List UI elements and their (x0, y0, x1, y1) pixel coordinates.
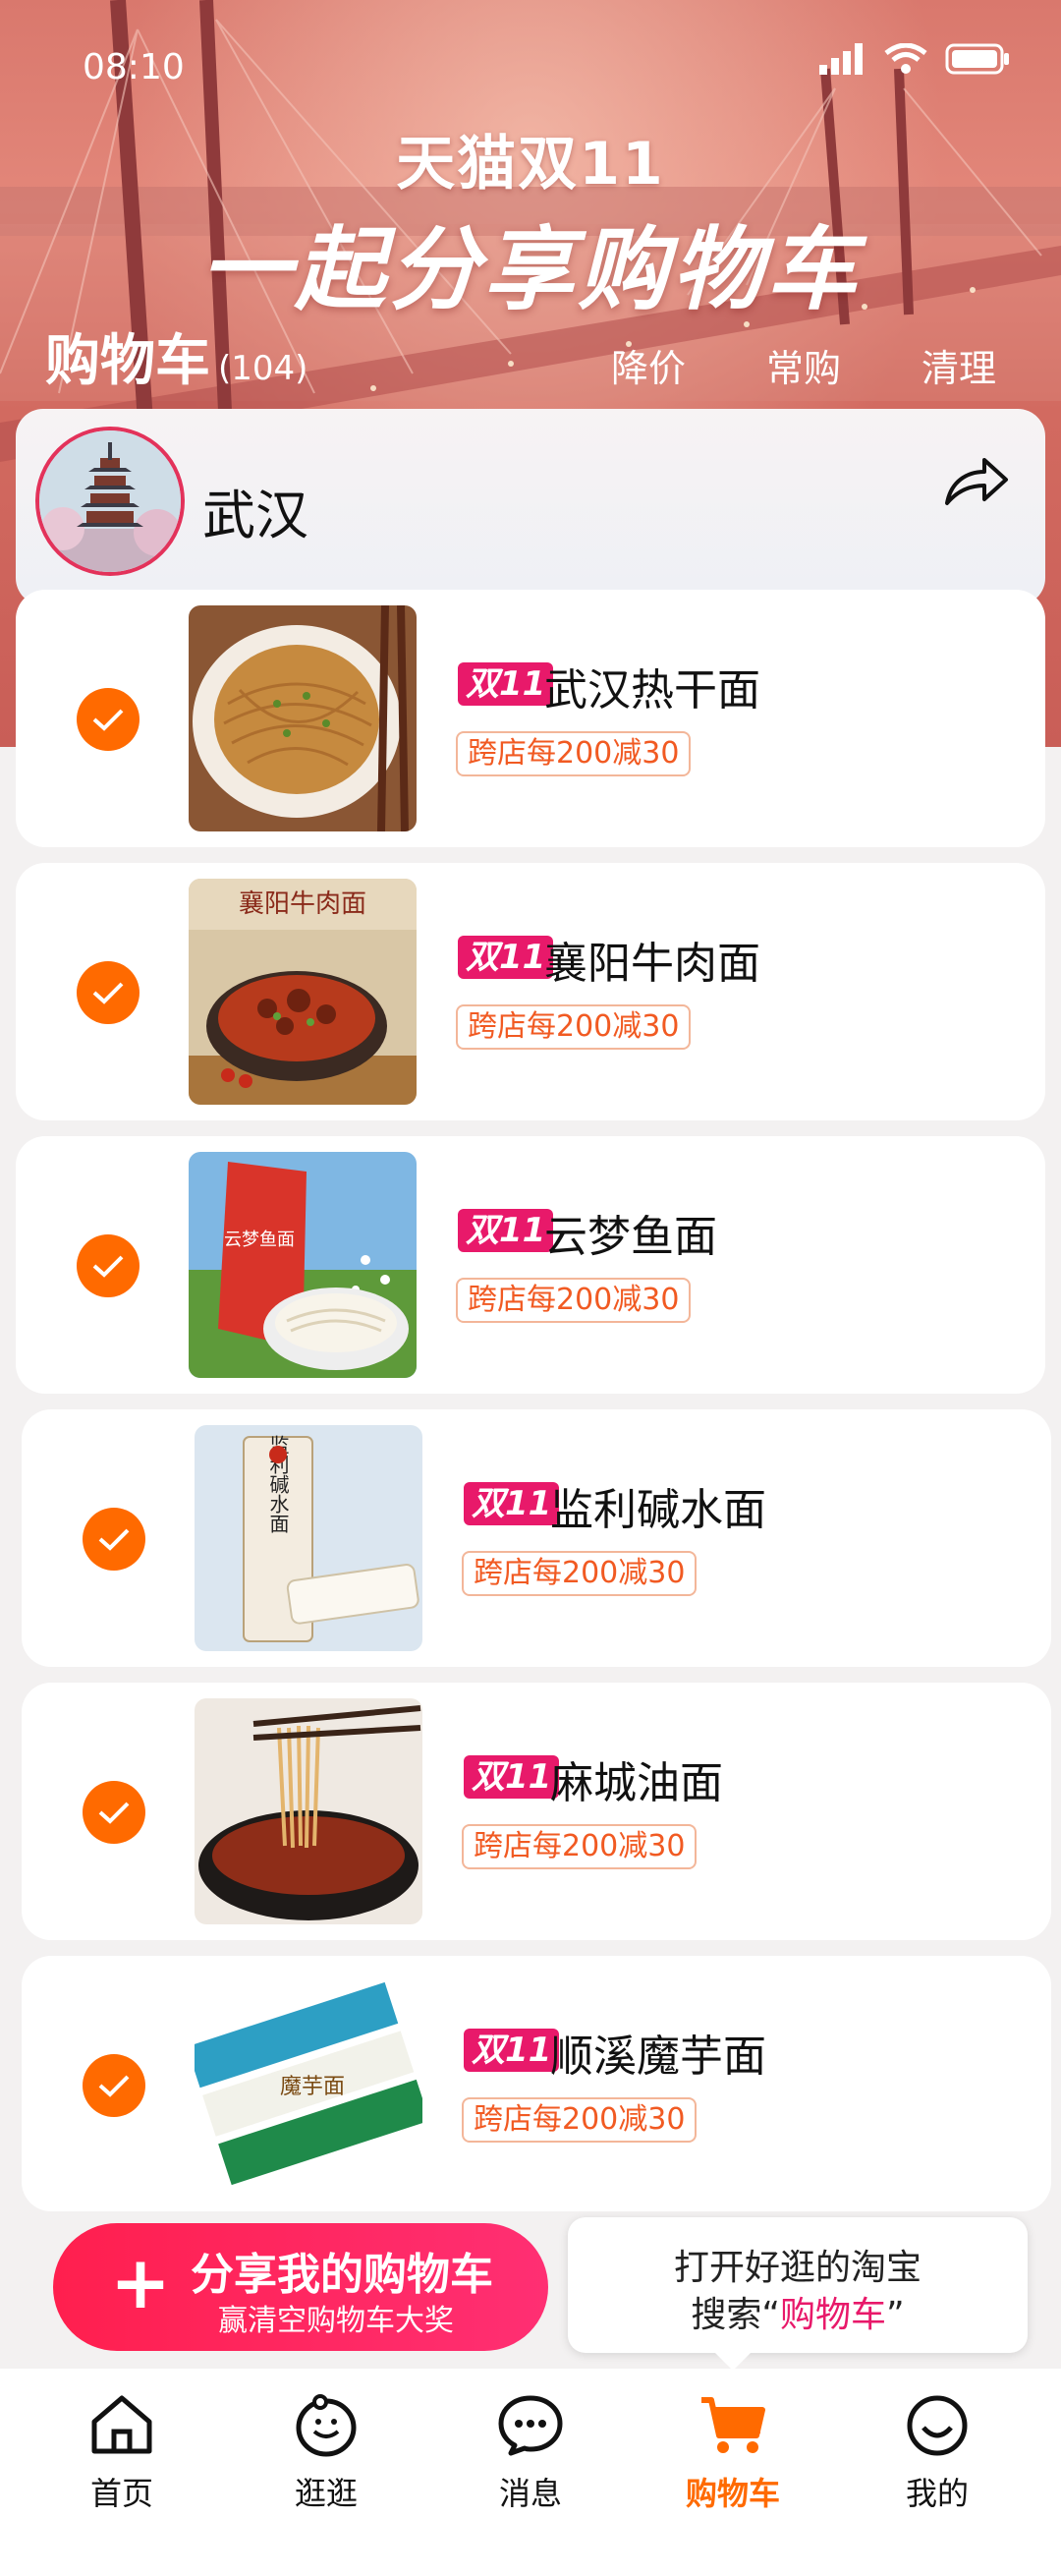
promo-tag: 跨店每200减30 (462, 1824, 698, 1869)
cart-item[interactable]: 云梦鱼面 双11 云梦鱼面 跨店每200减30 (16, 1136, 1045, 1394)
page-title-text: 购物车 (45, 329, 210, 393)
double11-badge: 双11 (458, 1209, 554, 1252)
browse-icon (296, 2394, 357, 2457)
cart-item[interactable]: 监利碱水面 双11 监利碱水面 跨店每200减30 (22, 1409, 1051, 1667)
promo-tag: 跨店每200减30 (456, 1004, 692, 1050)
tip-line1: 打开好逛的淘宝 (673, 2248, 921, 2288)
store-name[interactable]: 武汉 (202, 472, 308, 549)
store-card: 武汉 (16, 409, 1045, 605)
tab-label: 首页 (89, 2475, 153, 2512)
share-cart-label: 分享我的购物车 (191, 2250, 493, 2300)
hero-headline: 天猫双11 (396, 130, 665, 199)
share-icon[interactable] (941, 452, 1012, 511)
product-thumbnail[interactable]: 云梦鱼面 (189, 1152, 417, 1378)
tip-line2: 搜索“购物车” (568, 2286, 1028, 2337)
tab-messages[interactable]: 消息 (452, 2392, 609, 2514)
double11-badge: 双11 (464, 1755, 560, 1799)
item-checkbox[interactable] (83, 2054, 145, 2117)
wifi-icon (884, 43, 927, 74)
oil-noodles-image (195, 1698, 422, 1924)
cart-item[interactable]: 双11 武汉热干面 跨店每200减30 (16, 590, 1045, 847)
product-name[interactable]: 监利碱水面 (550, 1474, 766, 1537)
bottom-tab-bar: 首页 逛逛 消息 购物车 我的 (0, 2369, 1061, 2576)
cart-item[interactable]: 襄阳牛肉面 双11 襄阳牛肉面 跨店每200减30 (16, 863, 1045, 1120)
search-tip-bubble: 打开好逛的淘宝 搜索“购物车” (568, 2217, 1028, 2371)
battery-icon (945, 43, 1009, 75)
thumb-pack-text: 魔芋面 (280, 2075, 345, 2099)
tab-profile[interactable]: 我的 (859, 2392, 1016, 2514)
cart-icon (701, 2397, 765, 2453)
profile-icon (907, 2395, 968, 2456)
hot-dry-noodles-image (189, 605, 417, 831)
plus-icon: + (110, 2241, 172, 2325)
promo-tag: 跨店每200减30 (462, 2097, 698, 2143)
promo-tag: 跨店每200减30 (462, 1551, 698, 1596)
hero-subheadline: 一起分享购物车 (199, 217, 861, 322)
product-thumbnail[interactable] (189, 605, 417, 831)
double11-badge: 双11 (458, 936, 554, 979)
status-time: 08:10 (83, 47, 185, 87)
status-icons (819, 43, 1010, 75)
thumb-banner-text: 襄阳牛肉面 (239, 889, 366, 919)
item-checkbox[interactable] (77, 1234, 140, 1297)
promo-tag: 跨店每200减30 (456, 1278, 692, 1323)
tab-browse[interactable]: 逛逛 (248, 2392, 405, 2514)
pagoda-image (39, 430, 181, 572)
product-name[interactable]: 云梦鱼面 (544, 1201, 717, 1264)
item-checkbox[interactable] (83, 1508, 145, 1571)
item-checkbox[interactable] (83, 1781, 145, 1844)
double11-badge: 双11 (464, 2029, 560, 2072)
thumb-pack-text: 云梦鱼面 (224, 1230, 295, 1250)
share-cart-sublabel: 赢清空购物车大奖 (218, 2304, 454, 2338)
checkmark-icon (98, 1528, 130, 1551)
tab-home[interactable]: 首页 (43, 2392, 200, 2514)
tip-suffix: ” (886, 2295, 905, 2335)
product-thumbnail[interactable]: 魔芋面 (195, 1972, 422, 2198)
item-checkbox[interactable] (77, 688, 140, 751)
alkaline-noodles-image: 监利碱水面 (195, 1425, 422, 1651)
product-name[interactable]: 麻城油面 (550, 1747, 723, 1810)
checkmark-icon (98, 2075, 130, 2097)
tip-prefix: 搜索“ (691, 2295, 780, 2335)
product-name[interactable]: 襄阳牛肉面 (544, 928, 760, 991)
tab-label: 我的 (905, 2475, 969, 2512)
product-name[interactable]: 顺溪魔芋面 (550, 2021, 766, 2084)
checkmark-icon (92, 709, 124, 731)
beef-noodles-image: 襄阳牛肉面 (189, 879, 417, 1105)
tab-cart[interactable]: 购物车 (654, 2392, 811, 2514)
home-icon (91, 2395, 152, 2454)
message-icon (498, 2395, 563, 2456)
promo-tag: 跨店每200减30 (456, 731, 692, 776)
share-cart-button[interactable]: + 分享我的购物车 赢清空购物车大奖 (53, 2223, 548, 2351)
cart-count: (104) (218, 349, 308, 388)
tab-label: 消息 (498, 2475, 562, 2512)
checkmark-icon (98, 1802, 130, 1824)
signal-icon (819, 43, 863, 75)
product-thumbnail[interactable]: 监利碱水面 (195, 1425, 422, 1651)
tip-keyword: 购物车 (779, 2295, 886, 2335)
product-thumbnail[interactable]: 襄阳牛肉面 (189, 879, 417, 1105)
double11-badge: 双11 (464, 1482, 560, 1525)
checkmark-icon (92, 1255, 124, 1278)
cart-item[interactable]: 魔芋面 双11 顺溪魔芋面 跨店每200减30 (22, 1956, 1051, 2211)
price-drop-button[interactable]: 降价 (611, 338, 686, 392)
fish-noodles-image: 云梦鱼面 (189, 1152, 417, 1378)
tab-label: 购物车 (685, 2475, 780, 2512)
konjac-noodles-image: 魔芋面 (195, 1972, 422, 2198)
product-thumbnail[interactable] (195, 1698, 422, 1924)
product-name[interactable]: 武汉热干面 (544, 655, 760, 717)
checkmark-icon (92, 982, 124, 1004)
frequent-buy-button[interactable]: 常购 (766, 338, 841, 392)
store-avatar[interactable] (35, 427, 185, 576)
cart-item[interactable]: 双11 麻城油面 跨店每200减30 (22, 1683, 1051, 1940)
double11-badge: 双11 (458, 662, 554, 706)
page-title: 购物车 (104) (45, 316, 307, 396)
tab-label: 逛逛 (294, 2475, 358, 2512)
item-checkbox[interactable] (77, 961, 140, 1024)
clean-up-button[interactable]: 清理 (921, 338, 996, 392)
